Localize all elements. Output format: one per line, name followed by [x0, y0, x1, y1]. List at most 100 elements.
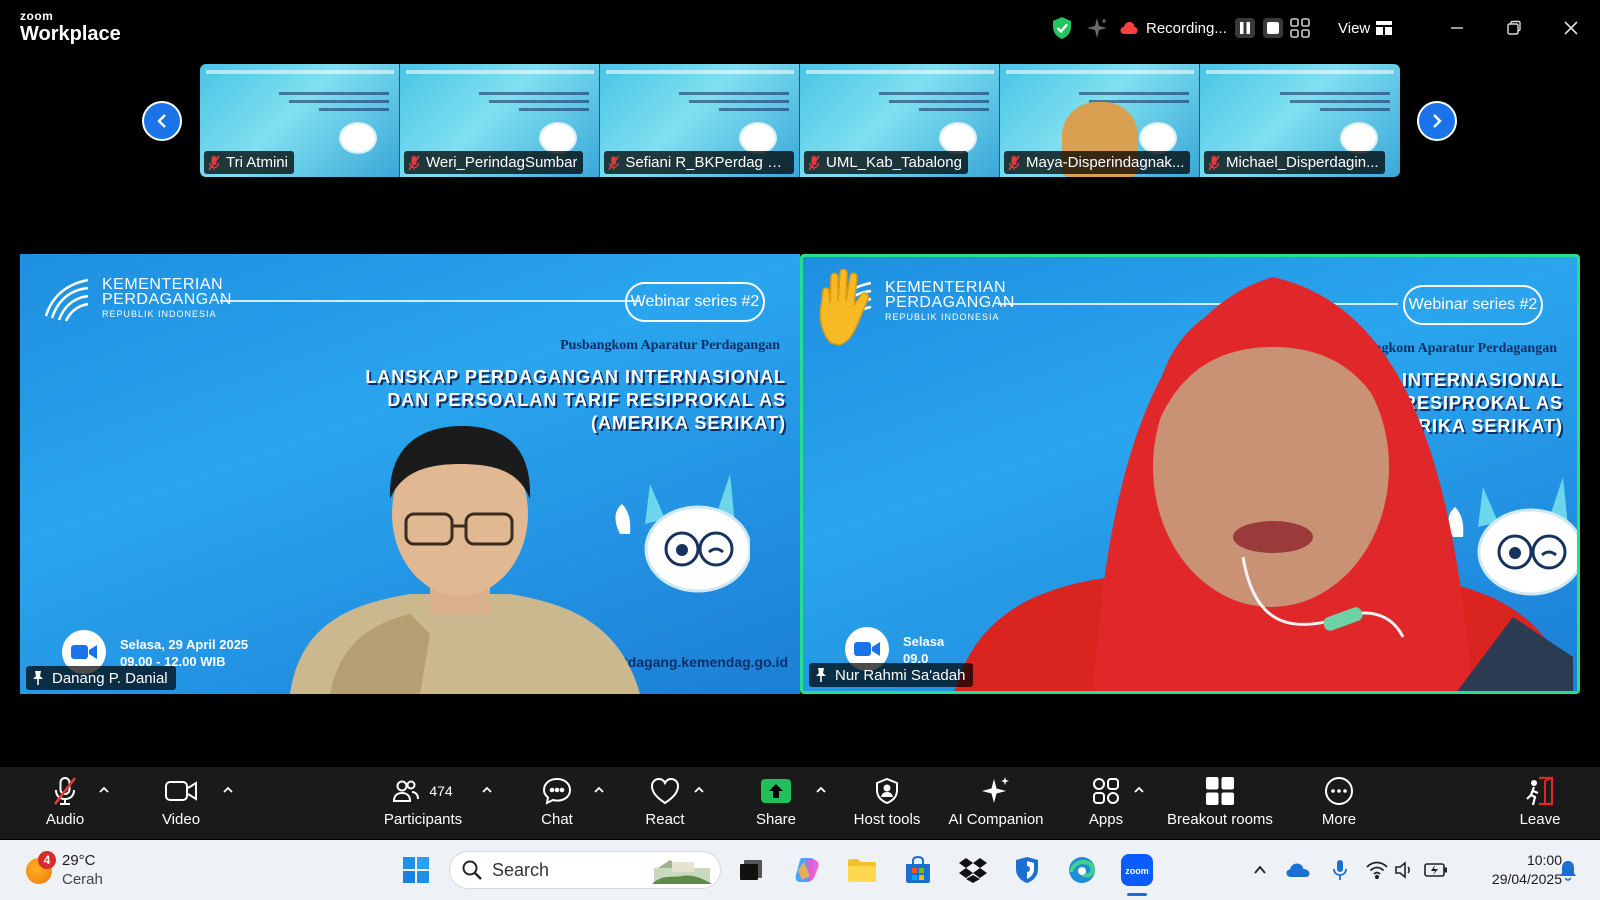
os-taskbar: 4 29°C Cerah Search zoom 10:00 29/04/202…	[0, 840, 1600, 900]
tray-chevron-up-icon[interactable]	[1248, 858, 1272, 882]
clock-date: 29/04/2025	[1491, 871, 1562, 887]
view-layout-icon	[1376, 21, 1393, 35]
participants-button[interactable]: 474 Participants	[378, 773, 468, 835]
participant-thumbnail[interactable]: Tri Atmini	[200, 64, 400, 177]
system-clock[interactable]: 10:00 29/04/2025	[1462, 851, 1562, 889]
speaker-name: Nur Rahmi Sa'adah	[835, 666, 966, 684]
participant-thumbnail[interactable]: Sefiani R_BKPerdag Ke...	[600, 64, 800, 177]
weather-widget[interactable]: 4 29°C Cerah	[24, 850, 124, 890]
breakout-rooms-icon	[1206, 777, 1234, 805]
mic-muted-icon	[208, 155, 220, 170]
meeting-toolbar: Audio Video 474 Participants Chat React	[0, 767, 1600, 839]
share-options-chevron-up-icon[interactable]	[814, 783, 828, 797]
thumbnail-name-tag: Weri_PerindagSumbar	[404, 151, 584, 174]
speaker-person	[954, 277, 1573, 691]
encryption-shield-icon[interactable]	[1051, 14, 1073, 42]
thumbnail-name: Michael_Disperdagin...	[1226, 154, 1379, 171]
chat-bubble-icon	[542, 777, 572, 805]
edge-browser-icon[interactable]	[1064, 852, 1100, 888]
pause-recording-button[interactable]	[1234, 18, 1255, 38]
start-button[interactable]	[398, 852, 434, 888]
zoom-app-icon[interactable]: zoom	[1119, 852, 1155, 896]
apps-icon	[1093, 778, 1119, 804]
leave-door-icon	[1526, 776, 1554, 806]
mascot-image	[1139, 122, 1177, 154]
breakout-rooms-button[interactable]: Breakout rooms	[1159, 773, 1281, 835]
event-datetime: Selasa, 29 April 2025 09.00 - 12.00 WIB	[120, 637, 249, 669]
mic-muted-icon	[808, 155, 820, 170]
thumbnail-name-tag: Maya-Disperindagnak...	[1004, 151, 1191, 174]
apps-button[interactable]: Apps	[1087, 773, 1125, 835]
react-button[interactable]: React	[640, 773, 690, 835]
close-button[interactable]	[1555, 12, 1587, 44]
notification-bell-icon[interactable]	[1556, 858, 1580, 882]
stop-recording-button[interactable]	[1262, 18, 1283, 38]
participants-options-chevron-up-icon[interactable]	[480, 783, 494, 797]
microphone-icon[interactable]	[1328, 858, 1352, 882]
more-button[interactable]: More	[1314, 773, 1364, 835]
participant-thumbnail[interactable]: Weri_PerindagSumbar	[400, 64, 600, 177]
copilot-icon[interactable]	[789, 852, 825, 888]
chat-button[interactable]: Chat	[534, 773, 580, 835]
speaker-video-right[interactable]: KEMENTERIAN PERDAGANGAN REPUBLIK INDONES…	[800, 254, 1580, 694]
chevron-left-icon	[157, 114, 166, 128]
webinar-series-badge: Webinar series #2	[625, 282, 765, 322]
minimize-button[interactable]	[1441, 12, 1473, 44]
mascot-image	[1340, 122, 1378, 154]
audio-options-chevron-up-icon[interactable]	[97, 783, 111, 797]
mic-muted-icon	[408, 155, 420, 170]
chat-options-chevron-up-icon[interactable]	[592, 783, 606, 797]
ms-store-icon[interactable]	[900, 852, 936, 888]
participant-thumbnail-strip: Tri Atmini Weri_PerindagSumbar Sefiani R…	[200, 64, 1400, 177]
event-datetime: Selasa 09.0	[903, 634, 945, 666]
ai-sparkle-icon[interactable]	[1086, 14, 1108, 42]
task-view-icon[interactable]	[733, 852, 769, 888]
speaker-video-left[interactable]: KEMENTERIAN PERDAGANGAN REPUBLIK INDONES…	[20, 254, 800, 694]
mic-muted-icon	[608, 155, 619, 170]
bitwarden-shield-icon[interactable]	[1009, 852, 1045, 888]
battery-icon[interactable]	[1424, 858, 1448, 882]
dropbox-icon[interactable]	[955, 852, 991, 888]
search-highlight-icon	[652, 860, 712, 884]
thumbnail-name-tag: Sefiani R_BKPerdag Ke...	[604, 151, 794, 174]
view-button[interactable]: View	[1338, 14, 1393, 42]
file-explorer-icon[interactable]	[844, 852, 880, 888]
wifi-icon[interactable]	[1365, 858, 1389, 882]
ministry-logo: KEMENTERIAN PERDAGANGAN REPUBLIK INDONES…	[42, 276, 232, 322]
video-options-chevron-up-icon[interactable]	[221, 783, 235, 797]
share-button[interactable]: Share	[751, 773, 801, 835]
apps-options-chevron-up-icon[interactable]	[1132, 783, 1146, 797]
mic-muted-icon	[1208, 155, 1220, 170]
audio-button[interactable]: Audio	[40, 773, 90, 835]
onedrive-cloud-icon[interactable]	[1286, 858, 1310, 882]
search-icon	[462, 860, 482, 880]
ai-sparkle-icon	[982, 777, 1009, 803]
gallery-grid-icon[interactable]	[1290, 14, 1310, 42]
thumbnail-name: Weri_PerindagSumbar	[426, 154, 578, 171]
video-camera-icon	[165, 781, 197, 801]
mascot-image	[339, 122, 377, 154]
chevron-right-icon	[1433, 114, 1442, 128]
volume-icon[interactable]	[1393, 858, 1417, 882]
restore-button[interactable]	[1498, 12, 1530, 44]
weather-badge: 4	[38, 851, 56, 869]
participant-thumbnail[interactable]: Michael_Disperdagin...	[1200, 64, 1400, 177]
ai-companion-button[interactable]: AI Companion	[946, 773, 1046, 835]
mascot-image	[939, 122, 977, 154]
next-page-button[interactable]	[1417, 101, 1457, 141]
taskbar-search[interactable]: Search	[449, 851, 721, 889]
cloud-recording-icon	[1120, 22, 1138, 34]
thumbnail-name-tag: Tri Atmini	[204, 151, 294, 174]
thumbnail-name-tag: UML_Kab_Tabalong	[804, 151, 968, 174]
thumbnail-name: Tri Atmini	[226, 154, 288, 171]
more-dots-icon	[1325, 777, 1353, 805]
previous-page-button[interactable]	[142, 101, 182, 141]
speaker-name-tag: Danang P. Danial	[26, 666, 176, 690]
speaker-name-tag: Nur Rahmi Sa'adah	[809, 663, 974, 687]
leave-button[interactable]: Leave	[1514, 773, 1566, 835]
react-options-chevron-up-icon[interactable]	[692, 783, 706, 797]
participant-thumbnail[interactable]: UML_Kab_Tabalong	[800, 64, 1000, 177]
participant-thumbnail[interactable]: Maya-Disperindagnak...	[1000, 64, 1200, 177]
host-tools-button[interactable]: Host tools	[850, 773, 924, 835]
video-button[interactable]: Video	[155, 773, 207, 835]
